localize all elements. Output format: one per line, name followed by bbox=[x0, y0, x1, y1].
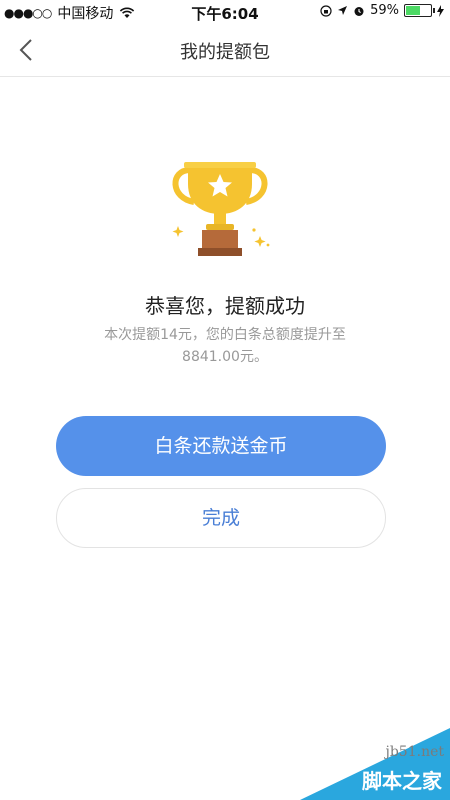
success-title: 恭喜您，提额成功 bbox=[145, 294, 305, 318]
orientation-lock-icon bbox=[320, 4, 332, 17]
charging-icon bbox=[437, 4, 444, 17]
success-description: 本次提额14元，您的白条总额度提升至 8841.00元。 bbox=[70, 324, 380, 368]
battery-percent: 59% bbox=[370, 3, 399, 18]
watermark-url: jb51.net bbox=[385, 744, 445, 760]
repay-coins-button[interactable]: 白条还款送金币 bbox=[56, 416, 386, 476]
watermark-name: 脚本之家 bbox=[362, 769, 442, 793]
status-right: 59% bbox=[320, 3, 444, 18]
screen: ●●●○○ 中国移动 下午6:04 59% 我的提额包 恭喜您，提额成功 本次提… bbox=[0, 0, 450, 800]
battery-fill bbox=[406, 6, 420, 15]
page-title: 我的提额包 bbox=[180, 42, 270, 63]
status-bar: ●●●○○ 中国移动 下午6:04 59% bbox=[0, 0, 450, 24]
trophy-icon bbox=[172, 162, 270, 256]
watermark: jb51.net 脚本之家 bbox=[300, 728, 450, 800]
battery-icon bbox=[404, 4, 435, 17]
success-desc-line2: 8841.00元。 bbox=[182, 349, 268, 365]
alarm-icon bbox=[354, 6, 364, 16]
done-button[interactable]: 完成 bbox=[56, 488, 386, 548]
success-desc-line1: 本次提额14元，您的白条总额度提升至 bbox=[104, 327, 346, 343]
battery-tip bbox=[433, 8, 435, 13]
location-icon bbox=[338, 6, 348, 15]
nav-bar: 我的提额包 bbox=[0, 24, 450, 77]
